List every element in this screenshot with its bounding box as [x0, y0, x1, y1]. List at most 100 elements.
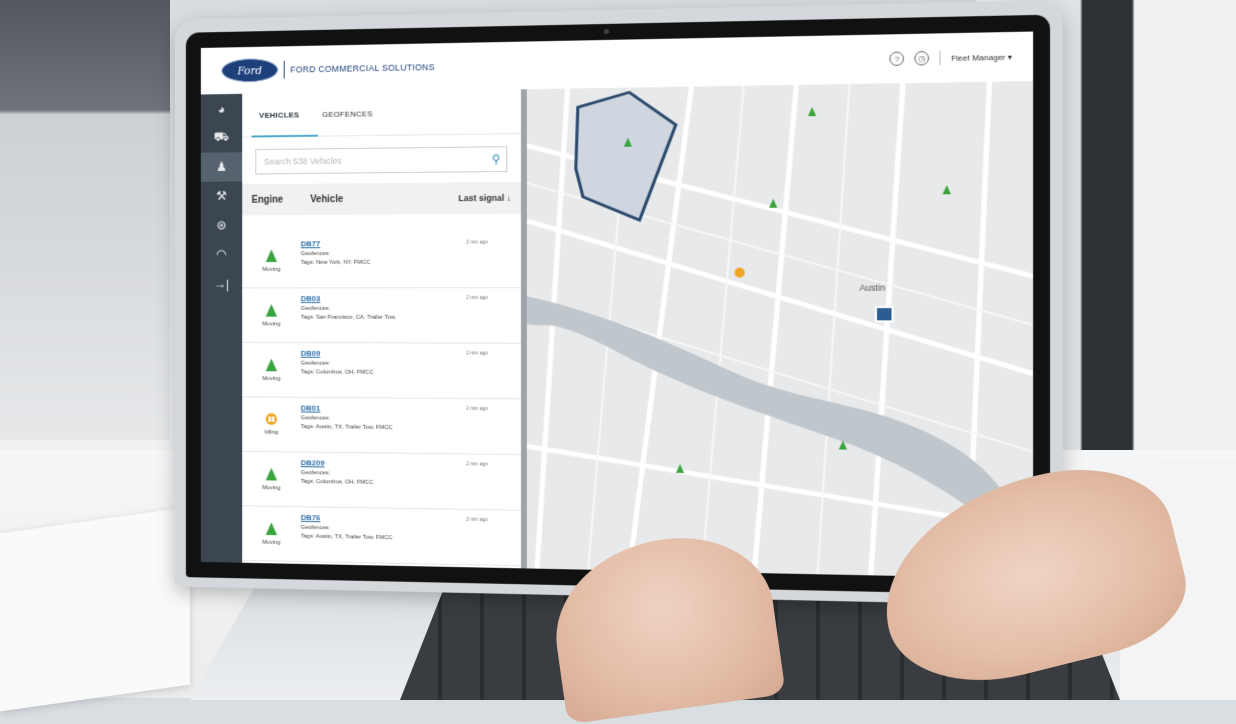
- vehicle-map-pin[interactable]: [769, 198, 778, 208]
- column-last-signal[interactable]: Last signal ↓: [458, 193, 511, 203]
- map-city-label: Austin: [859, 282, 886, 293]
- vehicle-map-pin[interactable]: [838, 440, 848, 450]
- steering-wheel-icon: ⊛: [216, 217, 227, 233]
- moving-arrow-icon: [265, 467, 278, 481]
- engine-cell: ▮▮ Idling: [242, 397, 301, 451]
- nav-dashboard[interactable]: ◕: [201, 94, 242, 124]
- engine-status: Moving: [262, 266, 281, 273]
- idle-icon: ▮▮: [265, 413, 278, 425]
- ford-logo[interactable]: Ford: [221, 58, 279, 83]
- search-input[interactable]: [261, 153, 492, 168]
- vehicle-geofences: Geofences:: [300, 305, 330, 312]
- vehicle-tags: Tags: Columbus, OH, FMCC: [300, 478, 374, 486]
- vehicle-row[interactable]: ▮▮ Idling DB01 Geofences: Tags: Austin, TX,…: [242, 397, 521, 456]
- vehicle-id-link[interactable]: DB209: [301, 458, 521, 470]
- engine-cell: Moving: [242, 343, 301, 397]
- nav-performance[interactable]: ◠: [201, 240, 242, 269]
- vehicle-list: Moving DB77 Geofences: Tags: New York, NY,…: [242, 232, 521, 568]
- vehicle-info: DB09 Geofences: Tags: Columbus, OH, FMCC: [301, 343, 521, 398]
- nav-driving[interactable]: ⊛: [201, 211, 242, 240]
- vehicle-tags: Tags: New York, NY, FMCC: [300, 259, 371, 266]
- tab-vehicles[interactable]: VEHICLES: [259, 110, 299, 119]
- vehicle-geofences: Geofences:: [300, 251, 330, 258]
- vehicle-map-pin[interactable]: [807, 106, 817, 117]
- clock-icon[interactable]: ◷: [914, 50, 930, 66]
- laptop-screen: Ford FORD COMMERCIAL SOLUTIONS ? ◷ Fleet…: [200, 31, 1034, 579]
- header-actions: ? ◷ Fleet Manager ▾: [889, 49, 1012, 67]
- vehicle-info: DB77 Geofences: Tags: New York, NY, FMCC: [301, 232, 521, 287]
- vehicle-row[interactable]: Moving DB76 Geofences: Tags: Austin, TX, T…: [242, 506, 521, 567]
- engine-cell: Moving: [242, 288, 301, 342]
- user-menu[interactable]: Fleet Manager ▾: [951, 52, 1012, 62]
- map-canvas: [526, 81, 1034, 579]
- vehicle-info: DB209 Geofences: Tags: Columbus, OH, FMCC: [301, 453, 521, 510]
- table-header: Engine Vehicle Last signal ↓: [242, 181, 521, 216]
- vehicle-row[interactable]: Moving DB209 Geofences: Tags: Columbus, OH…: [242, 451, 521, 511]
- vehicle-id-link[interactable]: DB03: [301, 294, 521, 303]
- search-icon[interactable]: ⚲: [492, 152, 501, 166]
- pie-chart-icon: ◕: [217, 101, 226, 117]
- active-tab-indicator: [251, 134, 318, 138]
- nav-drivers[interactable]: ♟: [200, 152, 243, 182]
- vehicle-row[interactable]: Moving DB77 Geofences: Tags: New York, NY,…: [242, 232, 521, 289]
- vehicle-tags: Tags: Austin, TX, Trailer Tow, FMCC: [300, 533, 393, 542]
- engine-status: Moving: [262, 539, 281, 546]
- webcam: [604, 28, 609, 34]
- nav-vehicles[interactable]: ⛟: [201, 123, 242, 153]
- vehicle-map-pin[interactable]: [942, 185, 951, 195]
- vehicle-tags: Tags: Columbus, OH, FMCC: [300, 369, 374, 376]
- gauge-icon: ◠: [216, 246, 227, 262]
- vehicle-geofences: Geofences:: [300, 470, 330, 477]
- vehicle-id-link[interactable]: DB76: [301, 513, 521, 525]
- moving-arrow-icon: [265, 248, 278, 262]
- brand-separator: [283, 60, 285, 79]
- tab-geofences[interactable]: GEOFENCES: [322, 109, 373, 119]
- vehicle-id-link[interactable]: DB77: [301, 238, 521, 248]
- engine-status: Moving: [262, 321, 281, 327]
- moving-arrow-icon: [265, 358, 278, 371]
- column-vehicle[interactable]: Vehicle: [310, 193, 458, 205]
- vehicle-row[interactable]: Moving DB03 Geofences: Tags: San Francisco…: [242, 288, 521, 344]
- vehicle-tags: Tags: Austin, TX, Trailer Tow, FMCC: [300, 424, 393, 431]
- nav-logout[interactable]: →|: [201, 269, 242, 298]
- engine-status: Idling: [264, 429, 279, 436]
- engine-status: Moving: [262, 484, 281, 491]
- vehicle-info: DB01 Geofences: Tags: Austin, TX, Trailer …: [301, 398, 521, 454]
- help-icon[interactable]: ?: [889, 51, 905, 67]
- wrench-icon: ⚒: [216, 188, 227, 204]
- logout-icon: →|: [213, 276, 230, 291]
- vehicle-info: DB76 Geofences: Tags: Austin, TX, Trailer …: [301, 507, 521, 565]
- vehicle-geofences: Geofences:: [300, 524, 330, 532]
- map-view[interactable]: Austin: [526, 81, 1034, 579]
- vehicle-info: DB03 Geofences: Tags: San Francisco, CA, T…: [301, 288, 521, 343]
- moving-arrow-icon: [265, 521, 278, 535]
- vehicle-id-link[interactable]: DB01: [301, 404, 521, 415]
- last-signal-time: 2 min ago: [466, 405, 488, 413]
- laptop-lid: Ford FORD COMMERCIAL SOLUTIONS ? ◷ Fleet…: [174, 0, 1063, 607]
- engine-cell: Moving: [242, 506, 301, 561]
- last-signal-time: 2 min ago: [466, 461, 488, 468]
- vehicle-geofences: Geofences:: [300, 360, 330, 367]
- panel-tabs: VEHICLES GEOFENCES: [242, 89, 521, 138]
- selected-vehicle-marker[interactable]: [874, 306, 894, 323]
- engine-cell: Moving: [242, 452, 301, 506]
- vehicle-row[interactable]: Moving DB09 Geofences: Tags: Columbus, OH,…: [242, 342, 521, 400]
- nav-maintenance[interactable]: ⚒: [201, 181, 242, 210]
- idle-vehicle-map-pin[interactable]: [734, 267, 745, 278]
- paper-sheet: [0, 506, 190, 712]
- brand-name: FORD COMMERCIAL SOLUTIONS: [290, 62, 435, 75]
- search-box: ⚲: [255, 146, 508, 175]
- background-shelf: [0, 0, 170, 440]
- vehicle-id-link[interactable]: DB09: [301, 349, 521, 359]
- car-icon: ⛟: [213, 129, 230, 144]
- header-divider: [939, 50, 941, 66]
- vehicle-geofences: Geofences:: [300, 415, 330, 422]
- column-engine[interactable]: Engine: [252, 194, 311, 205]
- vehicle-map-pin[interactable]: [675, 463, 685, 474]
- engine-cell: Moving: [242, 234, 301, 288]
- moving-arrow-icon: [265, 303, 278, 317]
- vehicle-panel: VEHICLES GEOFENCES ⚲ Engine Vehicle Last…: [242, 89, 527, 569]
- vehicle-map-pin[interactable]: [623, 137, 632, 147]
- last-signal-time: 2 min ago: [466, 350, 488, 357]
- last-signal-time: 2 min ago: [466, 239, 488, 246]
